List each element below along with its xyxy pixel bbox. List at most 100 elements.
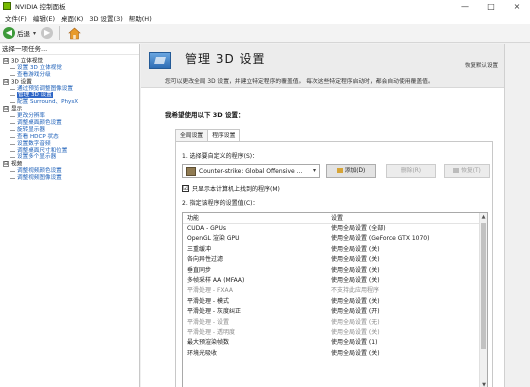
table-row[interactable]: 多帧采样 AA (MFAA) 使用全局设置 (关) bbox=[183, 276, 487, 286]
step2-label: 2. 指定该程序的设置值(C)： bbox=[182, 200, 259, 207]
setting-cell[interactable]: 使用全局设置 (关) bbox=[331, 255, 487, 265]
tree-item[interactable]: 设置数字音频 bbox=[0, 141, 139, 148]
close-button[interactable]: × bbox=[504, 0, 530, 12]
setting-cell[interactable]: 使用全局设置 (开) bbox=[331, 307, 487, 317]
task-tree-pane: 选择一项任务... ⊟ 3D 立体视觉 设置 3D 立体视觉 查看游戏分级 ⊟ 3D 设置… bbox=[0, 44, 140, 387]
table-row[interactable]: 环境光吸收 使用全局设置 (关) bbox=[183, 349, 487, 359]
settings-grid: 功能 设置 CUDA - GPUs 使用全局设置 (全部) OpenGL 渲染 GP… bbox=[182, 212, 488, 387]
back-arrow-icon[interactable]: ◀ bbox=[3, 27, 15, 39]
program-select-value: Counter-strike: Global Offensive ... bbox=[199, 167, 303, 175]
setting-cell[interactable]: 使用全局设置 (关) bbox=[331, 297, 487, 307]
back-button-label[interactable]: 后退 bbox=[17, 28, 30, 38]
tree-item-label: 显示 bbox=[11, 106, 23, 113]
back-dropdown-icon[interactable]: ▾ bbox=[33, 30, 36, 37]
menu-desktop[interactable]: 桌面(K) bbox=[58, 13, 86, 23]
scroll-thumb[interactable] bbox=[481, 223, 486, 349]
add-folder-icon bbox=[336, 168, 343, 173]
page-description: 您可以更改全局 3D 设置，并建立特定程序的覆盖值。 每次这些特定程序启动时，都… bbox=[165, 79, 434, 85]
setting-cell[interactable]: 不支持此应用程序 bbox=[331, 286, 487, 296]
table-row[interactable]: 各向异性过滤 使用全局设置 (关) bbox=[183, 255, 487, 265]
tree-connector bbox=[10, 123, 15, 125]
setting-cell[interactable]: 使用全局设置 (1) bbox=[331, 338, 487, 348]
table-row[interactable]: 平滑处理 - FXAA 不支持此应用程序 bbox=[183, 286, 487, 296]
table-row[interactable]: CUDA - GPUs 使用全局设置 (全部) bbox=[183, 224, 487, 234]
tree-category[interactable]: ⊟ 3D 立体视觉 bbox=[0, 58, 139, 65]
maximize-button[interactable]: □ bbox=[478, 0, 504, 12]
nvidia-logo-icon bbox=[3, 2, 11, 10]
tree-item[interactable]: 配置 Surround、PhysX bbox=[0, 99, 139, 106]
add-button-label: 添加(D) bbox=[344, 168, 366, 174]
add-program-button[interactable]: 添加(D) bbox=[326, 164, 376, 178]
collapse-icon[interactable]: ⊟ bbox=[3, 58, 9, 64]
delete-program-button[interactable]: 删除(R) bbox=[386, 164, 436, 178]
tree-connector bbox=[10, 157, 15, 159]
program-icon bbox=[186, 166, 196, 176]
tree-item-label: 调整视频颜色设置 bbox=[17, 168, 62, 175]
feature-cell: CUDA - GPUs bbox=[187, 225, 226, 232]
setting-cell[interactable]: 使用全局设置 (关) bbox=[331, 328, 487, 338]
grid-scrollbar[interactable]: ▲ ▼ bbox=[479, 213, 487, 387]
tree-connector bbox=[10, 129, 15, 131]
table-row[interactable]: 平滑处理 - 设置 使用全局设置 (无) bbox=[183, 318, 487, 328]
restore-program-button[interactable]: 恢复(T) bbox=[444, 164, 490, 178]
tree-connector bbox=[10, 88, 15, 90]
show-found-programs-option[interactable]: ☑ 只显示本计算机上找到的程序(M) bbox=[182, 184, 280, 193]
tree-item-label: 设置多个显示器 bbox=[17, 154, 57, 161]
window-right-edge bbox=[504, 44, 530, 387]
scroll-up-icon[interactable]: ▲ bbox=[480, 213, 487, 221]
tree-item[interactable]: 查看 HDCP 状态 bbox=[0, 134, 139, 141]
collapse-icon[interactable]: ⊟ bbox=[3, 78, 9, 85]
setting-cell[interactable]: 使用全局设置 (关) bbox=[331, 276, 487, 286]
tree-item[interactable]: 设置多个显示器 bbox=[0, 154, 139, 161]
table-row[interactable]: 垂直同步 使用全局设置 (关) bbox=[183, 266, 487, 276]
show-found-checkbox[interactable]: ☑ bbox=[182, 185, 189, 192]
collapse-icon[interactable]: ⊟ bbox=[3, 106, 9, 113]
tree-item[interactable]: 查看游戏分级 bbox=[0, 72, 139, 79]
tree-item[interactable]: 调整视频图像设置 bbox=[0, 175, 139, 182]
setting-cell[interactable]: 使用全局设置 (全部) bbox=[331, 224, 487, 234]
tree-item[interactable]: 更改分辨率 bbox=[0, 113, 139, 120]
table-row[interactable]: 最大预渲染帧数 使用全局设置 (1) bbox=[183, 338, 487, 348]
tree-connector bbox=[10, 136, 15, 138]
tree-item[interactable]: 旋转显示器 bbox=[0, 127, 139, 134]
column-header-feature: 功能 bbox=[187, 215, 200, 222]
forward-arrow-icon[interactable]: ▶ bbox=[41, 27, 54, 39]
home-icon[interactable] bbox=[68, 27, 81, 40]
table-row[interactable]: 三重缓冲 使用全局设置 (关) bbox=[183, 245, 487, 255]
tree-item-label: 更改分辨率 bbox=[17, 113, 45, 120]
grid-header: 功能 设置 bbox=[183, 213, 487, 224]
table-row[interactable]: OpenGL 渲染 GPU 使用全局设置 (GeForce GTX 1070) bbox=[183, 234, 487, 244]
table-row[interactable]: 平滑处理 - 透明度 使用全局设置 (关) bbox=[183, 328, 487, 338]
program-select[interactable]: Counter-strike: Global Offensive ... ▾ bbox=[182, 164, 320, 178]
setting-cell[interactable]: 使用全局设置 (GeForce GTX 1070) bbox=[331, 234, 487, 244]
setting-cell[interactable]: 使用全局设置 (关) bbox=[331, 266, 487, 276]
setting-cell[interactable]: 使用全局设置 (无) bbox=[331, 318, 487, 328]
restore-defaults-link[interactable]: 恢复默认设置 bbox=[465, 61, 498, 69]
setting-cell[interactable]: 使用全局设置 (关) bbox=[331, 349, 487, 359]
page-title: 管理 3D 设置 bbox=[185, 52, 266, 66]
feature-cell: 环境光吸收 bbox=[187, 349, 218, 357]
menu-3d-settings[interactable]: 3D 设置(3) bbox=[86, 13, 125, 23]
table-row[interactable]: 平滑处理 - 模式 使用全局设置 (关) bbox=[183, 297, 487, 307]
tree-connector bbox=[10, 74, 15, 76]
tree-item-label: 查看 HDCP 状态 bbox=[17, 133, 59, 140]
chevron-down-icon[interactable]: ▾ bbox=[313, 167, 316, 174]
collapse-icon[interactable]: ⊟ bbox=[3, 161, 9, 168]
menu-file[interactable]: 文件(F) bbox=[2, 13, 30, 23]
table-row[interactable]: 平滑处理 - 灰度纠正 使用全局设置 (开) bbox=[183, 307, 487, 317]
setting-cell[interactable]: 使用全局设置 (关) bbox=[331, 245, 487, 255]
tree-item-label: 调整桌面尺寸和位置 bbox=[17, 147, 68, 154]
tree-connector bbox=[10, 143, 15, 145]
tree-item[interactable]: 设置 3D 立体视觉 bbox=[0, 65, 139, 72]
tree-connector bbox=[10, 150, 15, 152]
tree-item-label: 调整视频图像设置 bbox=[17, 175, 62, 182]
minimize-button[interactable]: — bbox=[452, 0, 478, 12]
feature-cell: OpenGL 渲染 GPU bbox=[187, 235, 240, 243]
tree-category[interactable]: ⊟ 3D 设置 bbox=[0, 78, 139, 86]
tree-item[interactable]: 调整桌面颜色设置 bbox=[0, 120, 139, 127]
tree-item-label: 通过预览调整图像设置 bbox=[17, 85, 73, 92]
menu-edit[interactable]: 编辑(E) bbox=[30, 13, 58, 23]
scroll-down-icon[interactable]: ▼ bbox=[480, 381, 487, 387]
menu-help[interactable]: 帮助(H) bbox=[126, 13, 155, 23]
step1-label: 1. 选择要自定义的程序(S)： bbox=[182, 153, 259, 160]
